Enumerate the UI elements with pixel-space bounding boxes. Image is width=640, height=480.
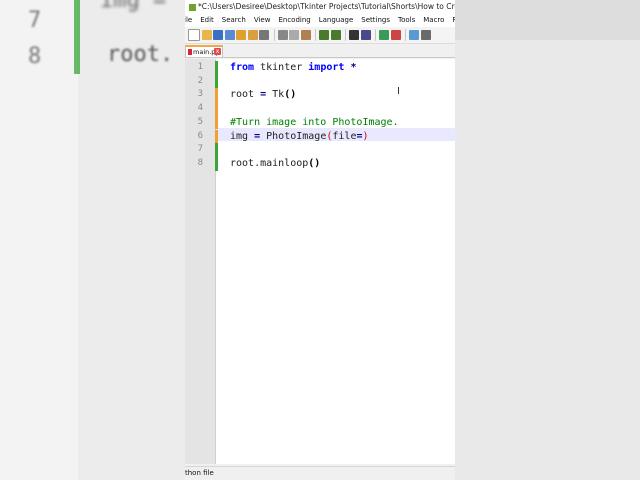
text-cursor-icon: I [397,86,400,97]
print-icon[interactable] [259,30,269,40]
find-icon[interactable] [349,30,359,40]
close-all-icon[interactable] [247,30,258,40]
code-editor[interactable]: I 1 from tkinter import * 2 3 root = Tk() 4 5 #… [185,59,455,464]
menu-item-r[interactable]: R [448,14,455,27]
backdrop-code: root. [107,42,174,67]
menu-item-view[interactable]: View [250,14,275,27]
copy-icon[interactable] [289,30,299,40]
zoom-out-icon[interactable] [390,30,401,40]
code-line[interactable]: img = PhotoImage(file=) [230,131,369,143]
change-marker [215,74,218,89]
toolbar-separator [375,29,376,41]
status-bar: thon file [185,466,455,480]
app-icon [189,3,196,11]
line-number: 6 [197,130,203,141]
toolbar-separator [273,29,275,41]
menu-bar: ileEditSearchViewEncodingLanguageSetting… [185,14,455,27]
redo-icon[interactable] [330,30,341,40]
line-number: 5 [197,116,203,127]
sync-scroll-icon[interactable] [409,30,419,40]
open-folder-icon[interactable] [201,30,212,40]
change-marker [215,61,218,75]
close-tab-icon[interactable]: x [214,48,221,55]
code-line[interactable]: #Turn image into PhotoImage. [230,117,399,129]
menu-item-edit[interactable]: Edit [196,14,218,27]
toolbar-separator [315,29,316,41]
zoom-in-icon[interactable] [379,30,389,40]
change-marker [215,88,218,103]
undo-icon[interactable] [319,30,329,40]
editor-window: *C:\Users\Desiree\Desktop\Tkinter Projec… [185,0,455,480]
backdrop-change-bar [74,0,80,74]
backdrop-top-code: img = [100,0,167,13]
line-number: 2 [197,75,203,86]
menu-item-search[interactable]: Search [218,14,250,27]
menu-item-tools[interactable]: Tools [394,14,419,27]
change-marker [215,102,218,116]
code-line[interactable]: from tkinter import * [230,62,356,74]
change-marker [215,129,218,144]
cut-icon[interactable] [277,30,288,40]
word-wrap-icon[interactable] [420,30,431,40]
left-backdrop: img = 7 8 root. [0,0,185,480]
change-marker [215,143,218,157]
title-bar: *C:\Users\Desiree\Desktop\Tkinter Projec… [185,0,455,14]
change-marker [215,156,218,171]
menu-item-language[interactable]: Language [315,14,358,27]
toolbar-separator [345,29,346,41]
tab-bar: main.py x [185,44,455,58]
toolbar [185,27,455,44]
right-backdrop [455,0,640,480]
file-type-label: thon file [185,469,214,477]
paste-icon[interactable] [300,30,311,40]
menu-item-encoding[interactable]: Encoding [274,14,314,27]
menu-item-ile[interactable]: ile [185,14,196,27]
menu-item-settings[interactable]: Settings [357,14,394,27]
tab-main-py[interactable]: main.py x [185,45,223,57]
backdrop-line-number: 8 [28,44,42,69]
menu-item-macro[interactable]: Macro [419,14,448,27]
change-marker [215,115,218,130]
save-icon[interactable] [213,30,223,40]
code-line[interactable]: root = Tk() [230,89,296,101]
window-title: *C:\Users\Desiree\Desktop\Tkinter Projec… [198,2,455,11]
line-number: 4 [197,103,203,114]
file-modified-icon [188,49,192,55]
line-number: 8 [197,157,203,168]
line-number: 7 [197,144,203,155]
line-number: 1 [197,62,203,72]
code-line[interactable]: root.mainloop() [230,158,320,170]
save-all-icon[interactable] [224,30,235,40]
backdrop-gutter [0,0,78,480]
new-file-icon[interactable] [188,29,200,41]
toolbar-separator [405,29,406,41]
close-file-icon[interactable] [236,30,246,40]
line-number: 3 [197,89,203,100]
backdrop-line-number: 7 [28,8,42,33]
replace-icon[interactable] [360,30,371,40]
